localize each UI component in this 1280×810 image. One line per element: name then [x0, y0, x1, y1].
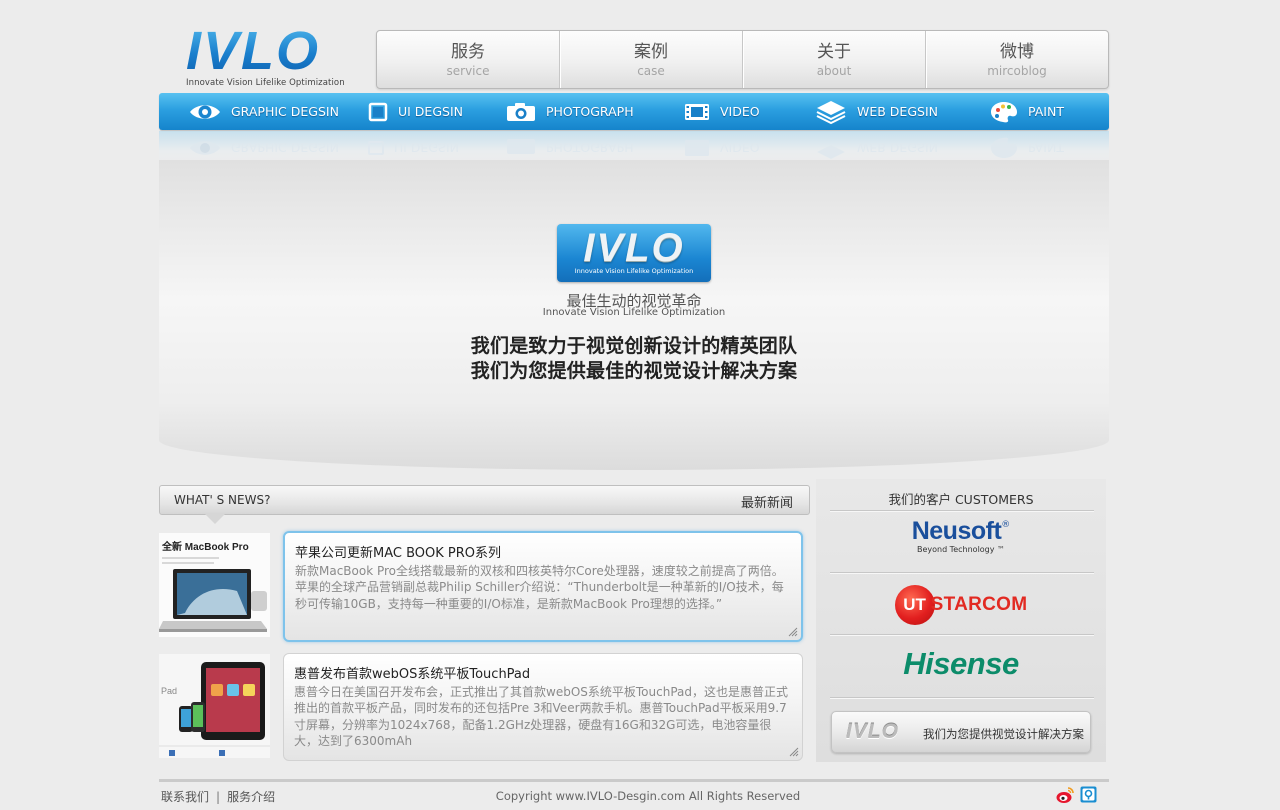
nav-item-about[interactable]: 关于 about: [742, 31, 925, 88]
nav-label-cn: 微博: [1000, 42, 1034, 62]
footer-divider: [159, 779, 1109, 782]
nav-label-cn: 案例: [634, 42, 668, 62]
category-label: PHOTOGRAPH: [546, 104, 634, 119]
logo-tagline: Innovate Vision Lifelike Optimization: [186, 78, 345, 88]
nav-label-cn: 关于: [817, 42, 851, 62]
utstarcom-wordmark: STARCOM: [930, 594, 1028, 615]
thumb-text: Pad: [161, 686, 177, 696]
thumb-text: 全新 MacBook Pro: [161, 540, 249, 553]
nav-item-microblog[interactable]: 微博 mircoblog: [925, 31, 1108, 88]
macbook-image: 全新 MacBook Pro: [159, 533, 270, 637]
news-item-title[interactable]: 惠普发布首款webOS系统平板TouchPad: [294, 663, 530, 682]
category-label: UI DEGSIN: [398, 104, 463, 119]
nav-item-service[interactable]: 服务 service: [377, 31, 559, 88]
solution-banner[interactable]: IVLO 我们为您提供视觉设计解决方案: [831, 711, 1091, 753]
banner-text: 我们为您提供视觉设计解决方案: [923, 727, 1084, 741]
reflection-label: PHOTOGRAPH: [546, 140, 634, 156]
divider: [830, 510, 1094, 512]
nav-label-cn: 服务: [451, 42, 485, 62]
customer-logo-neusoft[interactable]: Neusoft® Beyond Technology ™: [816, 517, 1106, 554]
news-header-pointer: [204, 513, 226, 524]
palette-icon: [991, 137, 1017, 158]
category-bar: GRAPHIC DEGSIN UI DEGSIN PHOTOGRAPH VIDE…: [159, 93, 1109, 130]
news-item[interactable]: 苹果公司更新MAC BOOK PRO系列 新款MacBook Pro全线搭载最新…: [283, 531, 803, 642]
film-icon: [685, 140, 709, 156]
site-logo[interactable]: IVLO Innovate Vision Lifelike Optimizati…: [186, 24, 345, 90]
category-paint[interactable]: PAINT: [990, 93, 1064, 130]
news-header-link[interactable]: 最新新闻: [741, 492, 793, 511]
hero-logo-badge: IVLO Innovate Vision Lifelike Optimizati…: [557, 224, 711, 282]
category-ui-design[interactable]: UI DEGSIN: [368, 93, 463, 130]
weibo-icon[interactable]: [1056, 786, 1074, 804]
reflection-label: VIDEO: [720, 140, 760, 156]
hero-headline-2: 我们为您提供最佳的视觉设计解决方案: [470, 360, 798, 382]
camera-icon: [507, 102, 535, 121]
nav-label-en: about: [816, 64, 852, 78]
banner-logo: IVLO: [846, 720, 900, 743]
category-video[interactable]: VIDEO: [684, 93, 760, 130]
category-label: VIDEO: [720, 104, 760, 119]
customer-logo-utstarcom[interactable]: UT STARCOM: [816, 585, 1106, 625]
divider: [830, 697, 1094, 699]
nav-label-en: case: [637, 64, 665, 78]
category-graphic-design[interactable]: GRAPHIC DEGSIN: [189, 93, 339, 130]
hisense-wordmark: Hisense: [903, 646, 1019, 681]
neusoft-wordmark: Neusoft: [911, 517, 1002, 545]
divider: [830, 634, 1094, 636]
resize-grip-icon[interactable]: [788, 627, 798, 637]
category-web-design[interactable]: WEB DEGSIN: [815, 93, 938, 130]
top-nav: 服务 service 案例 case 关于 about 微博 mircoblog: [376, 30, 1109, 89]
reflection-label: UI DEGSIN: [394, 140, 459, 156]
hero-banner: IVLO Innovate Vision Lifelike Optimizati…: [159, 160, 1109, 470]
square-icon: [368, 141, 384, 155]
reflection-label: WEB DEGSIN: [857, 140, 938, 156]
hero-logo-wordmark: IVLO: [583, 226, 685, 270]
palette-icon: [991, 101, 1017, 122]
nav-label-en: service: [446, 64, 490, 78]
reflection-label: GRAPHIC DEGSIN: [231, 140, 339, 156]
film-icon: [685, 103, 709, 120]
news-item-summary: 新款MacBook Pro全线搭载最新的双核和四核英特尔Core处理器，速度较之…: [295, 564, 784, 611]
eye-icon: [190, 141, 220, 155]
news-header: WHAT' S NEWS? 最新新闻: [159, 485, 810, 515]
customers-panel: 我们的客户 CUSTOMERS Neusoft® Beyond Technolo…: [816, 479, 1106, 762]
layers-icon: [817, 145, 845, 159]
qq-icon[interactable]: [1080, 786, 1097, 803]
category-photograph[interactable]: PHOTOGRAPH: [506, 93, 634, 130]
logo-wordmark: IVLO: [186, 24, 336, 78]
news-thumbnail-touchpad[interactable]: Pad: [159, 654, 270, 758]
news-thumbnail-macbook[interactable]: 全新 MacBook Pro: [159, 533, 270, 637]
category-label: GRAPHIC DEGSIN: [231, 104, 339, 119]
hero-logo-tagline: Innovate Vision Lifelike Optimization: [574, 267, 694, 275]
square-icon: [368, 102, 388, 121]
hero-slogan-en: Innovate Vision Lifelike Optimization: [542, 307, 726, 318]
nav-item-case[interactable]: 案例 case: [559, 31, 742, 88]
neusoft-slogan: Beyond Technology ™: [916, 545, 1006, 554]
layers-icon: [816, 100, 846, 124]
news-item-summary: 惠普今日在美国召开发布会，正式推出了其首款webOS系统平板TouchPad，这…: [294, 685, 788, 749]
touchpad-image: Pad: [159, 654, 270, 758]
registered-mark: ®: [1001, 520, 1011, 530]
category-label: PAINT: [1028, 104, 1064, 119]
news-header-title: WHAT' S NEWS?: [174, 493, 271, 507]
news-item[interactable]: 惠普发布首款webOS系统平板TouchPad 惠普今日在美国召开发布会，正式推…: [283, 653, 803, 761]
category-label: WEB DEGSIN: [857, 104, 938, 119]
customers-title: 我们的客户 CUSTOMERS: [888, 492, 1034, 507]
news-item-title[interactable]: 苹果公司更新MAC BOOK PRO系列: [295, 542, 501, 561]
camera-icon: [507, 139, 535, 154]
utstarcom-emblem: UT: [894, 585, 935, 625]
eye-icon: [190, 104, 220, 119]
reflection-label: PAINT: [1028, 140, 1064, 156]
divider: [830, 572, 1094, 574]
customer-logo-hisense[interactable]: Hisense: [816, 646, 1106, 682]
resize-grip-icon[interactable]: [789, 747, 799, 757]
nav-label-en: mircoblog: [987, 64, 1047, 78]
hero-headline-1: 我们是致力于视觉创新设计的精英团队: [470, 335, 798, 357]
